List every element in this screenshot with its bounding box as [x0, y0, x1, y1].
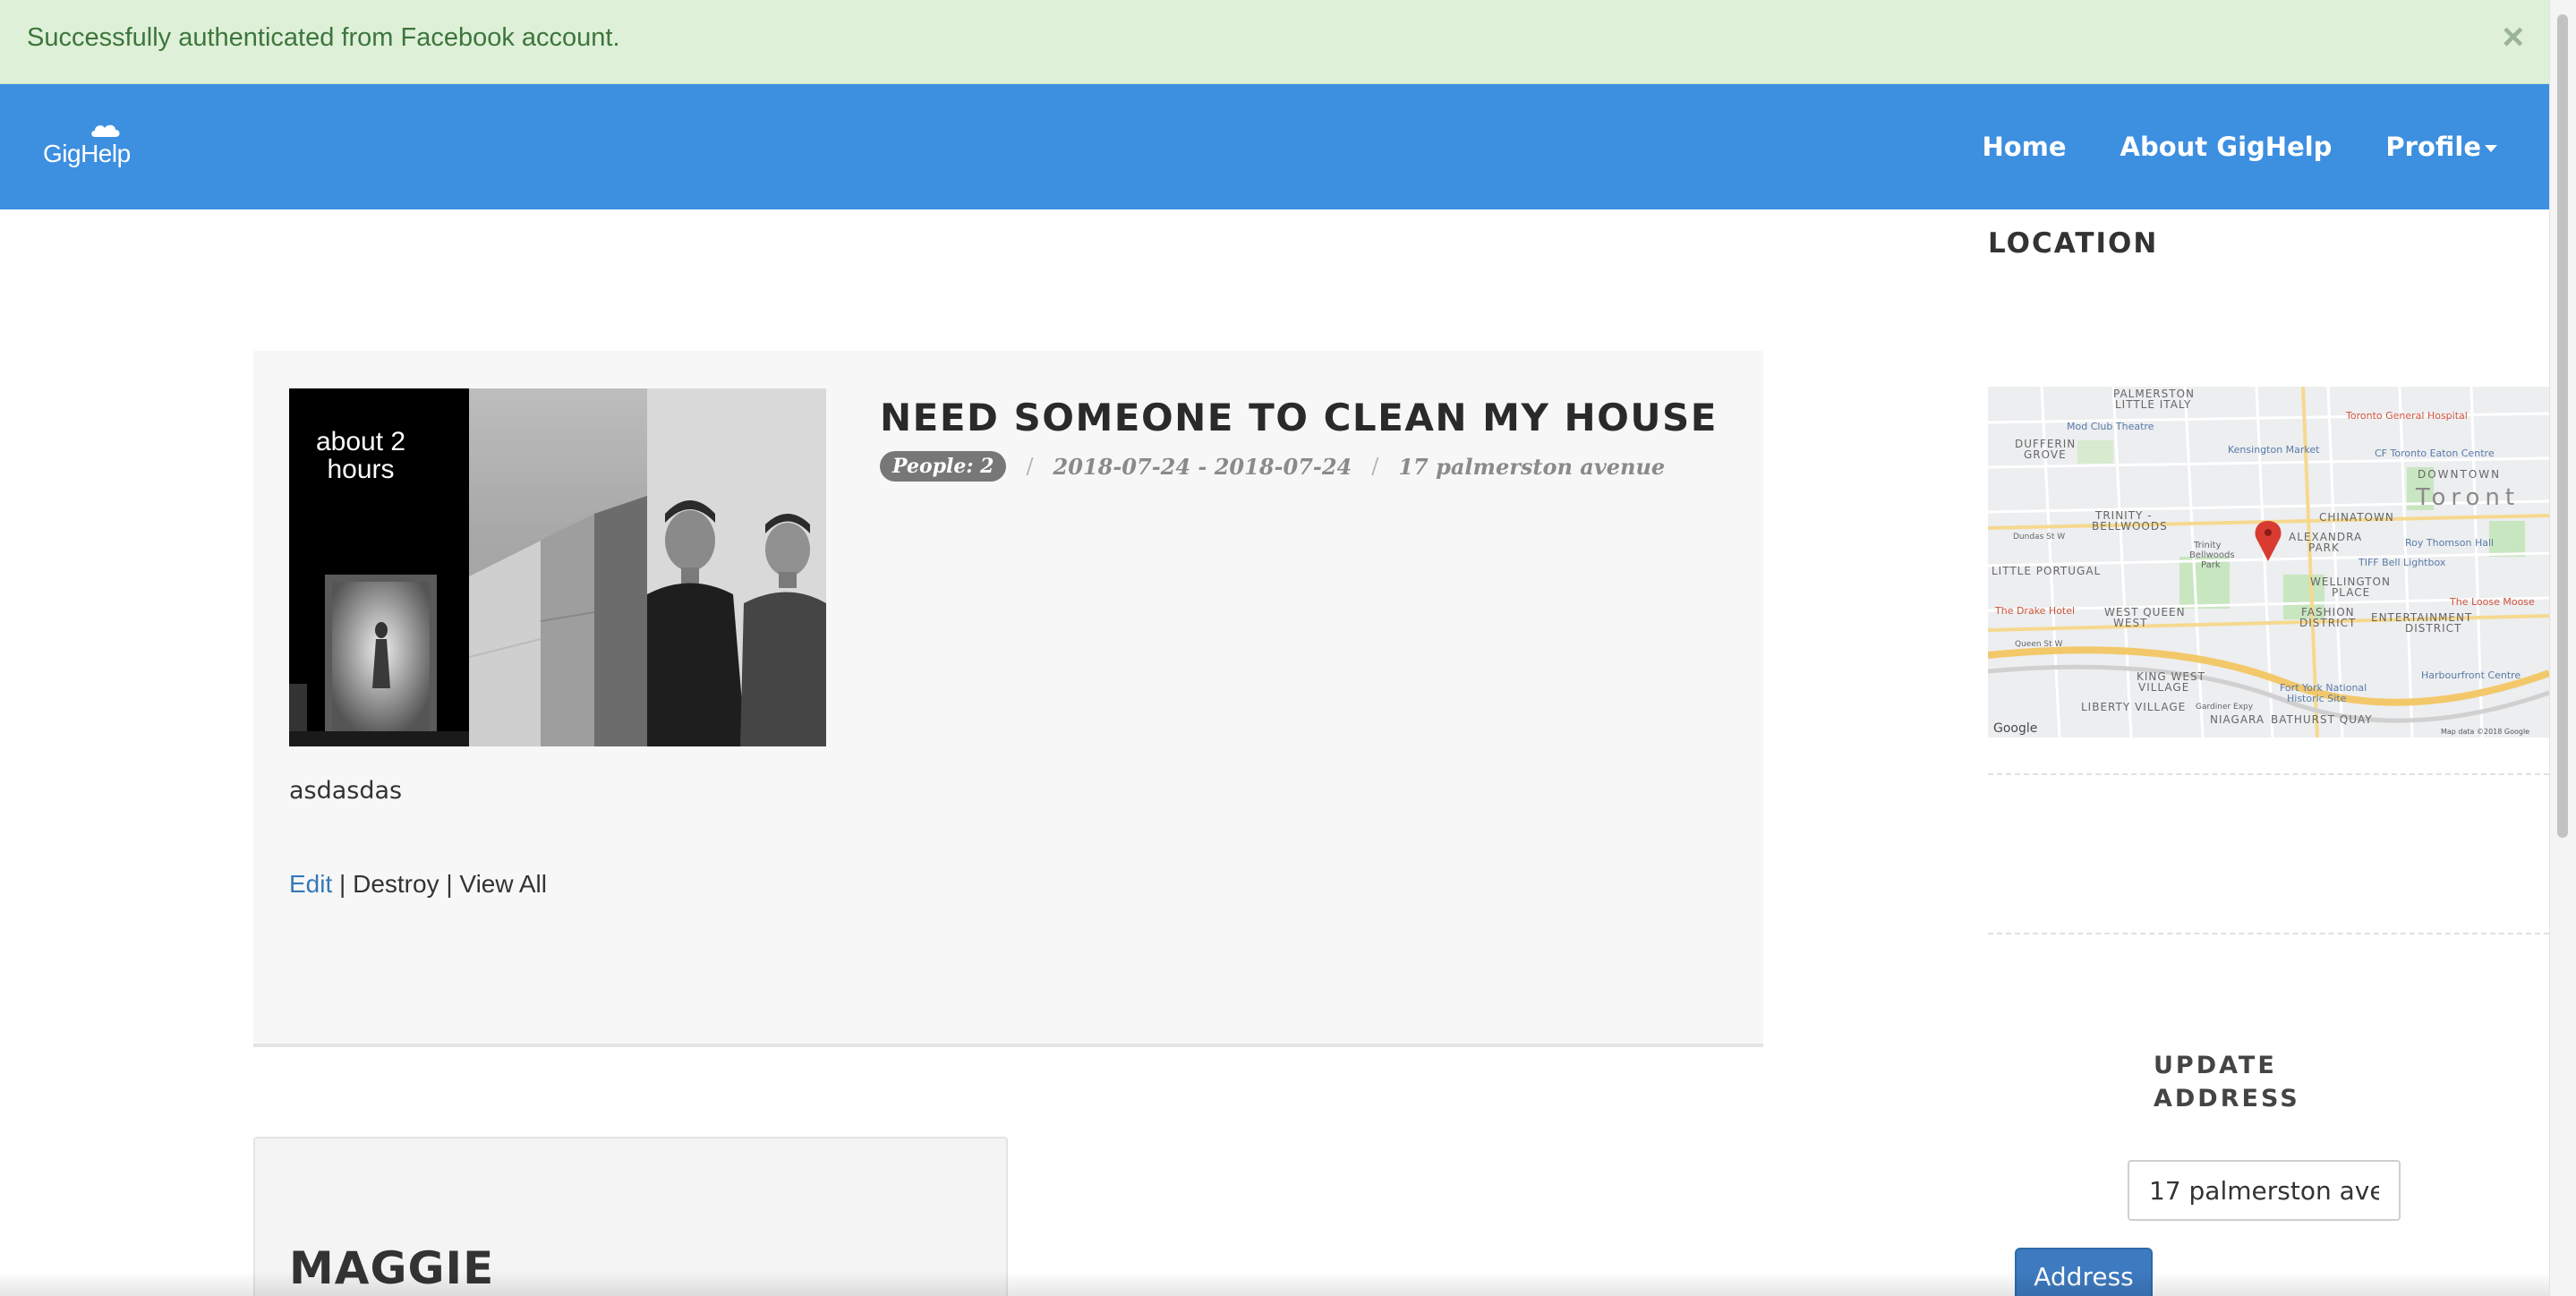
- map-label: CF Toronto Eaton Centre: [2375, 448, 2495, 459]
- address-submit-button[interactable]: Address: [2015, 1248, 2153, 1296]
- gig-image: about 2 hours: [289, 388, 826, 746]
- map-label: The Loose Moose: [2449, 596, 2535, 608]
- map-label: The Drake Hotel: [1994, 605, 2075, 617]
- map-label: VILLAGE: [2138, 681, 2189, 694]
- nav-links: Home About GigHelp Profile: [1928, 84, 2497, 209]
- map-label: Park: [2201, 560, 2221, 570]
- user-card-title: MAGGIE: [289, 1242, 495, 1294]
- map-label: PLACE: [2332, 586, 2370, 599]
- map-label: BATHURST QUAY: [2271, 713, 2373, 726]
- gig-meta: People: 2 / 2018-07-24 - 2018-07-24 / 17…: [880, 451, 1665, 482]
- image-panel-portrait: [647, 388, 826, 746]
- gig-title: NEED SOMEONE TO CLEAN MY HOUSE: [880, 396, 1718, 439]
- alert-message: Successfully authenticated from Facebook…: [27, 23, 620, 52]
- map-label: LITTLE ITALY: [2115, 398, 2191, 411]
- concrete-building-illustration: [469, 496, 647, 746]
- image-panel-dark: about 2 hours: [289, 388, 469, 746]
- map-label: Historic Site: [2287, 693, 2347, 704]
- sidebar-divider: [1988, 773, 2549, 775]
- map-label: Kensington Market: [2228, 444, 2320, 456]
- action-separator: |: [446, 870, 453, 898]
- nav-profile-dropdown[interactable]: Profile: [2385, 132, 2497, 162]
- success-alert: Successfully authenticated from Facebook…: [0, 0, 2549, 84]
- map-label: DOWNTOWN: [2418, 468, 2501, 481]
- map-label: Gardiner Expy: [2196, 703, 2254, 712]
- sidebar-divider: [1988, 933, 2549, 934]
- map-label: DISTRICT: [2405, 622, 2461, 635]
- map-label: DISTRICT: [2299, 617, 2356, 629]
- gig-address: 17 palmerston avenue: [1398, 453, 1666, 480]
- nav-profile-label: Profile: [2385, 132, 2481, 162]
- map-label: Toronto General Hospital: [2345, 410, 2468, 422]
- map-label: Trinity: [2193, 541, 2222, 550]
- map-label: Mod Club Theatre: [2067, 421, 2154, 432]
- cloud-icon: [91, 124, 120, 137]
- map-park: [2077, 440, 2113, 464]
- nav-about[interactable]: About GigHelp: [2120, 132, 2333, 162]
- map-label: WEST: [2113, 617, 2147, 629]
- page: Successfully authenticated from Facebook…: [0, 0, 2576, 1296]
- address-input[interactable]: [2128, 1160, 2401, 1221]
- location-map[interactable]: PALMERSTON LITTLE ITALY Mod Club Theatre…: [1988, 387, 2549, 738]
- map-label: PARK: [2308, 541, 2340, 554]
- brand-logo[interactable]: GigHelp: [43, 120, 132, 174]
- gig-description: asdasdas: [289, 777, 403, 805]
- map-label: BELLWOODS: [2092, 520, 2168, 533]
- people-badge: People: 2: [880, 451, 1007, 482]
- nav-home[interactable]: Home: [1982, 132, 2066, 162]
- navbar: GigHelp Home About GigHelp Profile: [0, 84, 2549, 209]
- scrollbar-thumb[interactable]: [2557, 14, 2568, 838]
- gig-dates: 2018-07-24 - 2018-07-24: [1053, 453, 1352, 480]
- map-label: Bellwoods: [2189, 550, 2235, 560]
- map-label: GROVE: [2024, 448, 2067, 461]
- brand-name: GigHelp: [43, 140, 131, 167]
- location-heading: LOCATION: [1988, 227, 2159, 260]
- map-park: [2489, 521, 2525, 557]
- map-graphic: PALMERSTON LITTLE ITALY Mod Club Theatre…: [1988, 387, 2549, 738]
- page-scrollbar[interactable]: [2549, 0, 2576, 1296]
- view-all-link[interactable]: View All: [459, 870, 547, 898]
- map-label: TIFF Bell Lightbox: [2358, 557, 2446, 568]
- gig-card: about 2 hours NEED SOMEONE TO CLEAN MY H…: [253, 351, 1763, 1047]
- map-label: Roy Thomson Hall: [2405, 537, 2494, 549]
- edit-link[interactable]: Edit: [289, 870, 332, 898]
- close-icon[interactable]: ×: [2502, 18, 2524, 55]
- caret-down-icon: [2485, 145, 2497, 152]
- map-label: Dundas St W: [2013, 533, 2065, 541]
- map-label: LITTLE PORTUGAL: [1992, 565, 2101, 577]
- map-attribution: Map data ©2018 Google: [2441, 728, 2529, 736]
- silhouette-door-illustration: [289, 575, 469, 746]
- user-card: MAGGIE: [253, 1137, 1008, 1296]
- action-separator: |: [339, 870, 346, 898]
- map-label: Toront: [2415, 484, 2520, 511]
- image-panel-concrete: [469, 388, 647, 746]
- update-address-heading: UPDATE ADDRESS: [2154, 1052, 2300, 1113]
- map-label: Queen St W: [2015, 640, 2063, 649]
- map-label: CHINATOWN: [2319, 511, 2394, 524]
- meta-separator: /: [1371, 454, 1379, 479]
- meta-separator: /: [1026, 454, 1034, 479]
- people-portrait-illustration: [647, 388, 826, 746]
- gig-actions: Edit | Destroy | View All: [289, 870, 547, 899]
- destroy-link[interactable]: Destroy: [353, 870, 439, 898]
- map-google-logo: Google: [1993, 721, 2037, 736]
- map-label: Harbourfront Centre: [2421, 669, 2521, 681]
- map-label: NIAGARA: [2210, 713, 2265, 726]
- map-label: LIBERTY VILLAGE: [2081, 701, 2186, 713]
